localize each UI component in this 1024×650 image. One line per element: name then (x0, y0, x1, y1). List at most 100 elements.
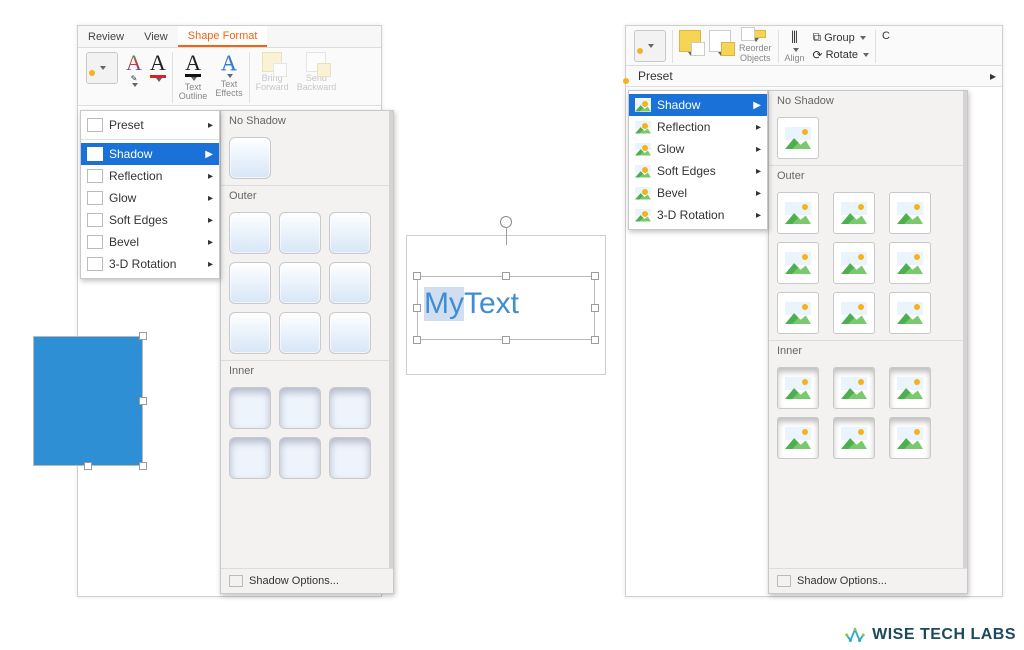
shadow-options[interactable]: Shadow Options... (769, 568, 967, 593)
text-effects-button[interactable]: A Text Effects (211, 52, 246, 103)
picture-effects-menu: Shadow▶ Reflection▸ Glow▸ Soft Edges▸ Be… (628, 90, 768, 230)
tab-shape-format[interactable]: Shape Format (178, 26, 268, 47)
quick-styles-button[interactable] (82, 52, 122, 103)
menu-shadow[interactable]: Shadow▶ (629, 94, 767, 116)
rotate-icon: ⟳ (813, 48, 823, 62)
align-button[interactable]: ⫴ Align (781, 30, 809, 63)
inner-shadow-thumb[interactable] (229, 437, 271, 479)
align-icon: ⫴ (791, 30, 798, 48)
section-outer: Outer (221, 185, 389, 206)
inner-shadow-thumb[interactable] (329, 387, 371, 429)
chevron-down-icon (191, 77, 197, 81)
chevron-down-icon (860, 36, 866, 40)
preset-row[interactable]: Preset ▸ (626, 66, 1002, 87)
inner-shadow-thumb[interactable] (329, 437, 371, 479)
outer-shadow-thumb[interactable] (777, 292, 819, 334)
menu-reflection[interactable]: Reflection▸ (629, 116, 767, 138)
menu-shadow[interactable]: Shadow▶ (81, 143, 219, 165)
text-outline-button[interactable]: A Text Outline (175, 52, 212, 103)
section-inner: Inner (221, 360, 389, 381)
ribbon-picture-format: Reorder Objects ⫴ Align ⧉ Group ⟳ Rotate… (626, 26, 1002, 66)
outer-shadow-thumb[interactable] (329, 212, 371, 254)
brand-icon (844, 624, 866, 646)
text-box-content[interactable]: My Text (418, 277, 594, 331)
menu-reflection[interactable]: Reflection▸ (81, 165, 219, 187)
outer-shadow-thumb[interactable] (229, 262, 271, 304)
shape-format-panel: Review View Shape Format A✎ A A Text Out… (77, 25, 382, 597)
menu-glow[interactable]: Glow▸ (629, 138, 767, 160)
outer-shadow-thumb[interactable] (777, 242, 819, 284)
inner-shadow-thumb[interactable] (889, 367, 931, 409)
tab-view[interactable]: View (134, 26, 178, 47)
menu-3d-rotation[interactable]: 3-D Rotation▸ (81, 253, 219, 275)
section-no-shadow: No Shadow (221, 111, 389, 131)
menu-soft-edges[interactable]: Soft Edges▸ (629, 160, 767, 182)
chevron-down-icon (132, 83, 138, 87)
brand-watermark: WISE TECH LABS (844, 624, 1016, 646)
ribbon-tabs: Review View Shape Format (78, 26, 381, 48)
outer-shadow-thumb[interactable] (833, 192, 875, 234)
section-inner: Inner (769, 340, 963, 361)
picture-shadow-flyout: No Shadow Outer Inner (768, 90, 968, 594)
menu-bevel[interactable]: Bevel▸ (81, 231, 219, 253)
outer-shadow-thumb[interactable] (889, 192, 931, 234)
tab-review[interactable]: Review (78, 26, 134, 47)
rotate-button[interactable]: ⟳ Rotate (813, 48, 869, 62)
chevron-down-icon (863, 53, 869, 57)
outer-shadow-thumb[interactable] (279, 212, 321, 254)
shadow-options[interactable]: Shadow Options... (221, 568, 393, 593)
outer-shadow-thumb[interactable] (229, 312, 271, 354)
inner-shadow-thumb[interactable] (279, 437, 321, 479)
inner-shadow-thumb[interactable] (833, 367, 875, 409)
send-backward-button[interactable]: Send Backward (293, 52, 341, 103)
inner-shadow-thumb[interactable] (279, 387, 321, 429)
outer-shadow-thumb[interactable] (777, 192, 819, 234)
outer-shadow-thumb[interactable] (833, 292, 875, 334)
text-effects-menu: Preset▸ Shadow▶ Reflection▸ Glow▸ Soft E… (80, 110, 220, 279)
ribbon-shape-format: A✎ A A Text Outline A Text Effects Bring… (78, 48, 381, 106)
outer-shadow-thumb[interactable] (279, 262, 321, 304)
section-no-shadow: No Shadow (769, 91, 963, 111)
menu-preset[interactable]: Preset▸ (81, 114, 219, 136)
inner-shadow-thumb[interactable] (777, 367, 819, 409)
bring-forward-button[interactable] (675, 30, 705, 63)
chevron-down-icon (227, 74, 233, 78)
picture-format-panel: Reorder Objects ⫴ Align ⧉ Group ⟳ Rotate… (625, 25, 1003, 597)
inner-shadow-thumb[interactable] (229, 387, 271, 429)
inner-shadow-thumb[interactable] (777, 417, 819, 459)
chevron-down-icon (100, 66, 106, 70)
menu-bevel[interactable]: Bevel▸ (629, 182, 767, 204)
menu-soft-edges[interactable]: Soft Edges▸ (81, 209, 219, 231)
text-fill-button[interactable]: A✎ (122, 52, 146, 103)
shadow-flyout: No Shadow Outer Inner (220, 110, 394, 594)
text-box[interactable]: My Text (417, 276, 595, 340)
outer-shadow-thumb[interactable] (833, 242, 875, 284)
section-outer: Outer (769, 165, 963, 186)
selected-shape[interactable] (33, 336, 143, 466)
inner-shadow-thumb[interactable] (833, 417, 875, 459)
reorder-objects-button[interactable]: Reorder Objects (735, 30, 776, 63)
outer-shadow-thumb[interactable] (889, 242, 931, 284)
crop-button[interactable]: C (878, 30, 892, 63)
menu-3d-rotation[interactable]: 3-D Rotation▸ (629, 204, 767, 226)
bring-forward-button[interactable]: Bring Forward (252, 52, 293, 103)
chevron-down-icon (648, 44, 654, 48)
outer-shadow-thumb[interactable] (889, 292, 931, 334)
group-icon: ⧉ (813, 30, 822, 45)
outer-shadow-thumb[interactable] (329, 312, 371, 354)
rotate-handle[interactable] (500, 216, 512, 228)
inner-shadow-thumb[interactable] (889, 417, 931, 459)
group-button[interactable]: ⧉ Group (813, 30, 866, 45)
outer-shadow-thumb[interactable] (279, 312, 321, 354)
text-box-demo: My Text (406, 235, 606, 375)
chevron-down-icon (793, 48, 799, 52)
outer-shadow-thumb[interactable] (329, 262, 371, 304)
send-backward-button[interactable] (705, 30, 735, 63)
outer-shadow-thumb[interactable] (229, 212, 271, 254)
picture-effects-button[interactable] (630, 30, 670, 63)
no-shadow-thumb[interactable] (777, 117, 819, 159)
menu-glow[interactable]: Glow▸ (81, 187, 219, 209)
chevron-down-icon (156, 78, 162, 82)
no-shadow-thumb[interactable] (229, 137, 271, 179)
text-red-button[interactable]: A (146, 52, 170, 103)
